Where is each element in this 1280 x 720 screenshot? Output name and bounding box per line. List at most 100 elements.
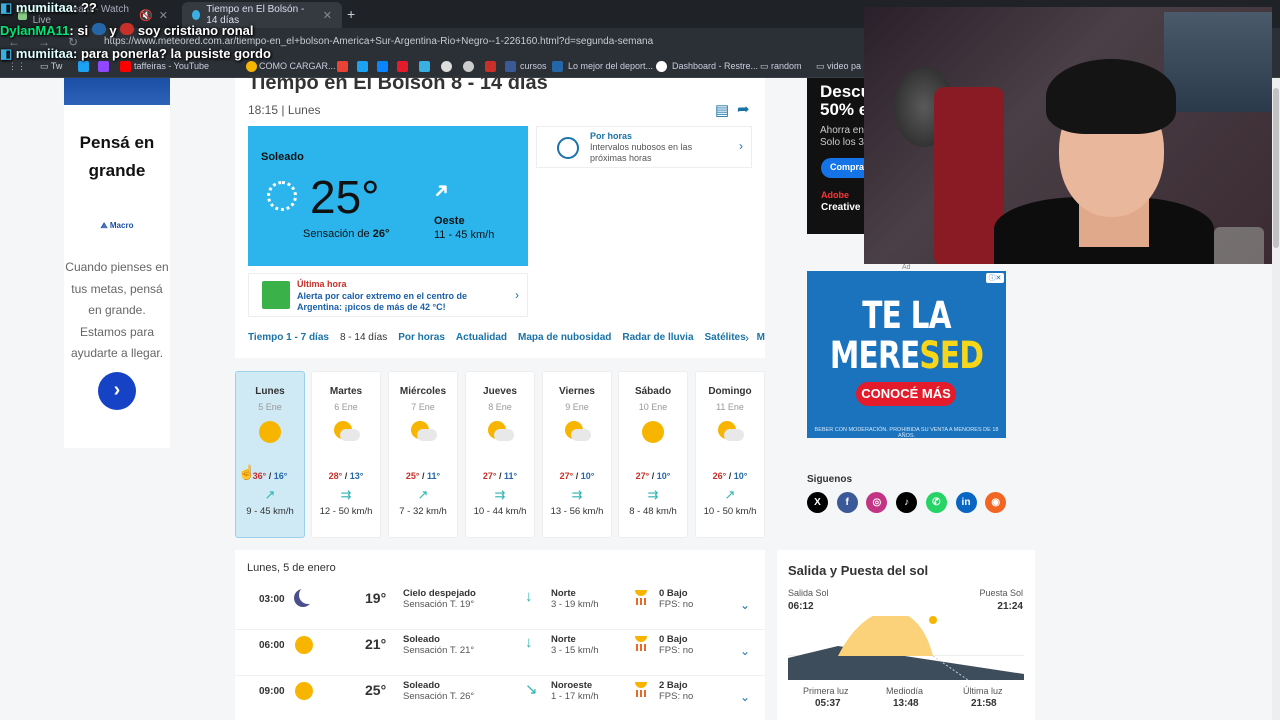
subnav-more[interactable]: M	[757, 332, 765, 343]
day-date: 8 Ene	[488, 402, 512, 412]
bookmark-random[interactable]: ▭ random	[760, 61, 802, 72]
subnav-mapa-nubosidad[interactable]: Mapa de nubosidad	[518, 332, 611, 343]
hour-wind-dir: Norte	[551, 588, 576, 599]
hour-uv: 2 Bajo	[659, 680, 688, 691]
subnav-8-14[interactable]: 8 - 14 días	[340, 332, 387, 343]
hourly-forecast-link[interactable]: Por horas Intervalos nubosos en las próx…	[536, 126, 752, 168]
x-icon[interactable]: X	[807, 492, 828, 513]
ad-text: Descu	[820, 82, 865, 101]
hour-time: 03:00	[259, 594, 285, 605]
webcam-hair	[1046, 59, 1176, 134]
subnav-next-icon[interactable]: ›	[745, 331, 749, 345]
share-icon[interactable]: ➦	[737, 100, 750, 118]
bookmark-icon[interactable]	[377, 61, 388, 72]
ad-buy-button[interactable]: Compra	[821, 158, 865, 178]
day-card-3[interactable]: Miércoles 7 Ene 25° / 11° ↗ 7 - 32 km/h	[388, 371, 458, 538]
day-date: 7 Ene	[411, 402, 435, 412]
bookmark-tw[interactable]: ▭ Tw	[40, 61, 62, 72]
adobe-ad[interactable]: Descu 50% e Ahorra enSolo los 3 Compra A…	[807, 78, 865, 234]
day-card-6[interactable]: Sábado 10 Ene 27° / 10° ⇉ 8 - 48 km/h	[618, 371, 688, 538]
day-card-7[interactable]: Domingo 11 Ene 26° / 10° ↗ 10 - 50 km/h	[695, 371, 765, 538]
bookmark-icon[interactable]	[246, 61, 257, 72]
instagram-icon[interactable]: ◎	[866, 492, 888, 513]
subnav-tiempo-1-7[interactable]: Tiempo 1 - 7 días	[248, 332, 329, 343]
ad-choices-icon[interactable]: ⓘ✕	[986, 273, 1004, 283]
subnav-por-horas[interactable]: Por horas	[398, 332, 445, 343]
sun-icon	[295, 636, 313, 654]
bookmark-cursos[interactable]: cursos	[520, 61, 547, 71]
youtube-icon[interactable]	[120, 61, 131, 72]
subnav-actualidad[interactable]: Actualidad	[456, 332, 507, 343]
bookmark-icon[interactable]	[463, 61, 474, 72]
rss-icon[interactable]: ◉	[985, 492, 1007, 513]
hourly-card: Lunes, 5 de enero 03:00 19° Cielo despejad…	[235, 550, 765, 720]
bookmark-icon[interactable]	[485, 61, 496, 72]
bookmark-label: random	[771, 61, 802, 71]
day-date: 11 Ene	[716, 402, 744, 412]
bookmark-icon[interactable]	[78, 61, 89, 72]
hourly-link-title: Por horas	[590, 131, 633, 141]
day-wind: 12 - 50 km/h	[319, 506, 373, 517]
max-temp: 25°	[405, 471, 420, 481]
close-tab-icon[interactable]: ✕	[159, 9, 168, 22]
bookmark-icon[interactable]	[419, 61, 430, 72]
hour-fps: FPS: no	[659, 599, 694, 610]
chevron-down-icon[interactable]: ⌄	[740, 644, 750, 658]
comment-icon[interactable]: ▤	[715, 101, 729, 119]
wind-arrow-icon: ↗	[264, 487, 276, 502]
hour-uv: 0 Bajo	[659, 634, 688, 645]
bookmark-icon[interactable]	[98, 61, 109, 72]
news-tag: Última hora	[297, 279, 347, 289]
ad-cta-button[interactable]: CONOCÉ MÁS	[856, 382, 956, 406]
max-temp: 27°	[482, 471, 497, 481]
day-card-4[interactable]: Jueves 8 Ene 27° / 11° ⇉ 10 - 44 km/h	[465, 371, 535, 538]
bookmark-como-cargar[interactable]: COMO CARGAR...	[259, 61, 336, 71]
bookmark-icon[interactable]	[357, 61, 368, 72]
chevron-down-icon[interactable]: ⌄	[740, 598, 750, 612]
scrollbar-thumb[interactable]	[1273, 88, 1279, 248]
first-light-label: Primera luz	[803, 686, 849, 696]
hourly-row[interactable]: 06:00 21° Soleado Sensación T. 21° ↓ Norte 3 -…	[235, 630, 765, 676]
subnav-satelites[interactable]: Satélites	[705, 332, 746, 343]
day-name: Lunes	[255, 386, 285, 397]
linkedin-icon[interactable]: in	[955, 492, 977, 513]
bookmark-icon[interactable]	[441, 61, 452, 72]
chevron-down-icon[interactable]: ⌄	[740, 690, 750, 704]
left-banner-ad[interactable]: Pensá en grande ⟁ Macro Cuando pienses e…	[64, 78, 170, 448]
apps-icon[interactable]: ⋮⋮	[8, 61, 26, 72]
hour-wind: 3 - 19 km/h	[551, 599, 599, 610]
bookmark-video[interactable]: ▭ video pa	[816, 61, 861, 72]
current-condition: Soleado	[261, 151, 304, 163]
subnav-radar-lluvia[interactable]: Radar de lluvia	[622, 332, 693, 343]
bookmark-taffeiras[interactable]: taffeiras - YouTube	[134, 61, 209, 71]
restream-icon[interactable]	[656, 61, 667, 72]
news-headline: Alerta por calor extremo en el centro de…	[297, 291, 468, 312]
bookmark-icon[interactable]	[552, 61, 563, 72]
close-tab-icon[interactable]: ✕	[323, 9, 332, 22]
uv-icon	[635, 590, 647, 605]
page-scrollbar[interactable]	[1272, 78, 1280, 720]
day-card-2[interactable]: Martes 6 Ene 28° / 13° ⇉ 12 - 50 km/h	[311, 371, 381, 538]
bookmark-dashboard[interactable]: Dashboard - Restre...	[672, 61, 758, 71]
new-tab-button[interactable]: +	[347, 6, 355, 22]
bookmark-deportes[interactable]: Lo mejor del deport...	[568, 61, 653, 71]
ad-arrow-button[interactable]: ›	[98, 372, 136, 410]
whatsapp-icon[interactable]: ✆	[925, 492, 947, 513]
day-date: 5 Ene	[258, 402, 282, 412]
day-card-1[interactable]: Lunes 5 Ene 36° / 16° ↗ 9 - 45 km/h	[235, 371, 305, 538]
bookmark-icon[interactable]	[505, 61, 516, 72]
gmail-icon[interactable]	[337, 61, 348, 72]
day-card-5[interactable]: Viernes 9 Ene 27° / 10° ⇉ 13 - 56 km/h	[542, 371, 612, 538]
icon-cloud-part	[724, 429, 744, 441]
hourly-row[interactable]: 09:00 25° Soleado Sensación T. 26° ↘ Noroeste…	[235, 676, 765, 720]
ad-word: MERE	[829, 334, 920, 377]
hourly-row[interactable]: 03:00 19° Cielo despejado Sensación T. 19° ↓…	[235, 584, 765, 630]
facebook-icon[interactable]: f	[836, 492, 858, 513]
beer-ad[interactable]: ⓘ✕ TE LA MERESED CONOCÉ MÁS BEBER CON MO…	[807, 271, 1006, 439]
tiktok-icon[interactable]: ♪	[896, 492, 918, 513]
feels-value: 26°	[372, 228, 390, 240]
hour-fps: FPS: no	[659, 645, 694, 656]
mute-icon[interactable]: 🔇	[139, 9, 153, 22]
breaking-news-link[interactable]: Última hora Alerta por calor extremo en …	[248, 273, 528, 317]
bookmark-icon[interactable]	[397, 61, 408, 72]
